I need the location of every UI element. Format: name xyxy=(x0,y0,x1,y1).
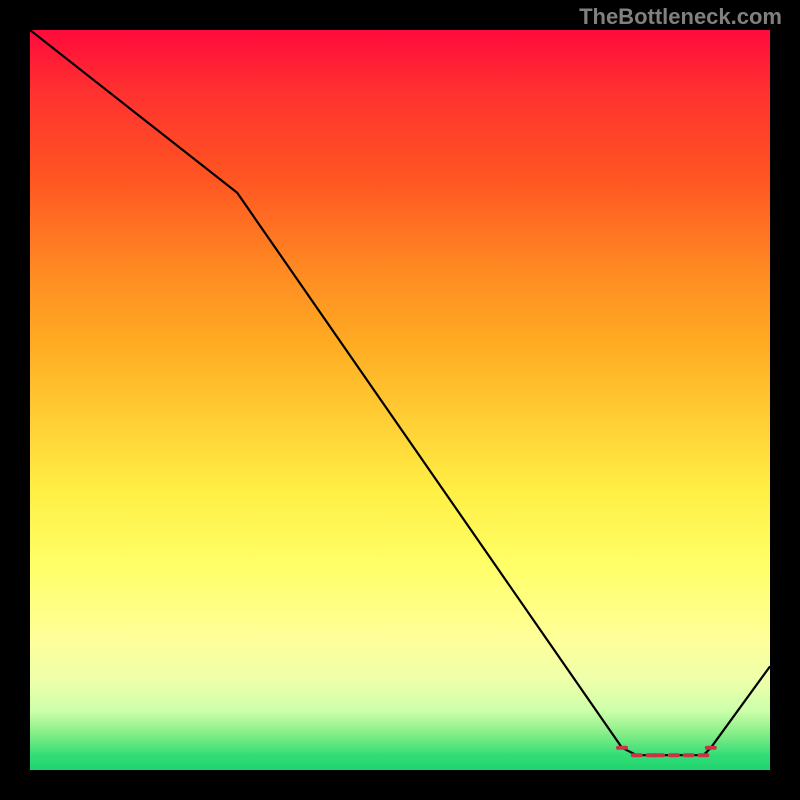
marker-dot xyxy=(705,746,717,750)
marker-dot xyxy=(653,753,665,757)
watermark-text: TheBottleneck.com xyxy=(579,4,782,30)
chart-container: TheBottleneck.com xyxy=(0,0,800,800)
chart-svg xyxy=(30,30,770,770)
marker-dot xyxy=(683,753,695,757)
marker-dot xyxy=(668,753,680,757)
plot-area xyxy=(30,30,770,770)
marker-dot xyxy=(631,753,643,757)
bottleneck-curve xyxy=(30,30,770,755)
marker-dot xyxy=(697,753,709,757)
marker-dot xyxy=(616,746,628,750)
